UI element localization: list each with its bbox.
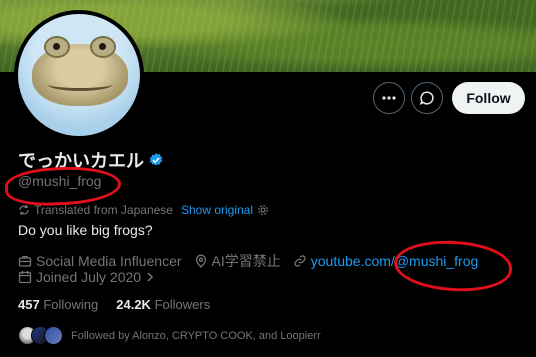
- frog-face: [32, 36, 128, 106]
- follow-button[interactable]: Follow: [452, 82, 525, 114]
- followers-stat[interactable]: 24.2K Followers: [116, 297, 210, 312]
- profile-bio: Do you like big frogs?: [18, 222, 153, 238]
- translate-icon: [19, 205, 29, 215]
- joined-row[interactable]: Joined July 2020: [18, 269, 155, 285]
- followed-by-row[interactable]: Followed by Alonzo, CRYPTO COOK, and Loo…: [18, 326, 321, 345]
- location-pin-icon: [195, 254, 206, 268]
- frog-mouth: [48, 78, 112, 91]
- frog-eye-right: [90, 36, 116, 58]
- website-link[interactable]: youtube.com/@mushi_frog: [311, 253, 479, 269]
- calendar-icon: [18, 271, 32, 284]
- profile-handle: @mushi_frog: [18, 173, 102, 189]
- profile-name-row: でっかいカエル: [18, 147, 164, 173]
- message-bubble-icon: [419, 91, 434, 106]
- followers-label: Followers: [154, 297, 211, 312]
- followed-by-text: Followed by Alonzo, CRYPTO COOK, and Loo…: [71, 329, 321, 342]
- location-label: AI学習禁止: [211, 253, 281, 269]
- verified-badge-icon[interactable]: [148, 152, 164, 168]
- link-icon: [294, 255, 306, 267]
- follow-stats: 457 Following 24.2K Followers: [18, 297, 210, 312]
- display-name: でっかいカエル: [18, 151, 144, 171]
- follower-avatar: [44, 326, 63, 345]
- website-item[interactable]: youtube.com/@mushi_frog: [293, 253, 479, 269]
- chevron-right-icon: [147, 272, 154, 282]
- profile-avatar[interactable]: [14, 10, 144, 140]
- following-count: 457: [18, 297, 40, 312]
- gear-icon[interactable]: [257, 204, 269, 216]
- frog-avatar-image: [18, 14, 140, 136]
- more-horizontal-icon: [382, 96, 396, 100]
- following-stat[interactable]: 457 Following: [18, 297, 98, 312]
- location-item: AI学習禁止: [194, 251, 281, 271]
- frog-eye-left: [44, 36, 70, 58]
- profile-meta-row: Social Media Influencer AI学習禁止 youtube.c…: [18, 251, 490, 271]
- more-options-button[interactable]: [373, 82, 405, 114]
- briefcase-icon: [18, 255, 32, 267]
- joined-label: Joined July 2020: [36, 269, 142, 285]
- show-original-link[interactable]: Show original: [181, 203, 253, 217]
- message-button[interactable]: [411, 82, 443, 114]
- followers-count: 24.2K: [116, 297, 151, 312]
- category-label: Social Media Influencer: [36, 253, 182, 269]
- following-label: Following: [43, 297, 99, 312]
- translation-notice: Translated from Japanese Show original: [18, 203, 269, 217]
- translated-label: Translated from Japanese: [34, 203, 173, 217]
- category-item: Social Media Influencer: [18, 253, 182, 269]
